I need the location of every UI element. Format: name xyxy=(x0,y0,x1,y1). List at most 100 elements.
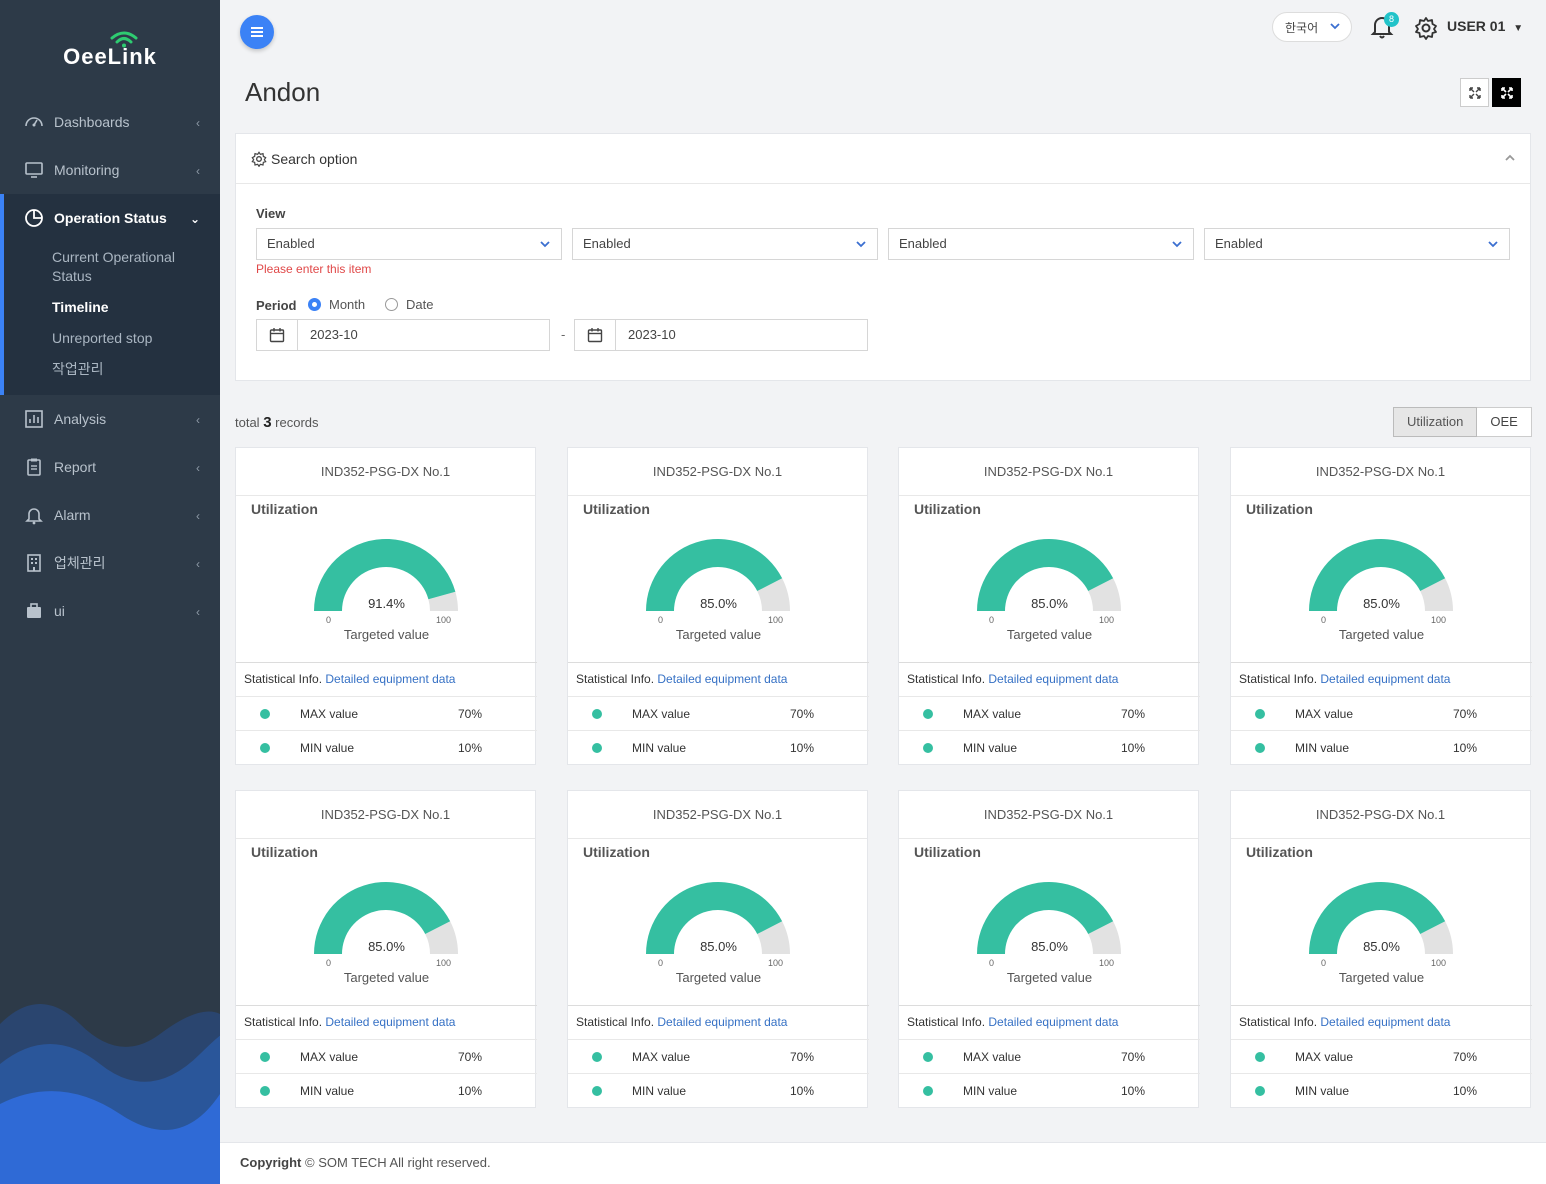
sidebar-item-label: Report xyxy=(54,459,97,475)
toggle-oee[interactable]: OEE xyxy=(1477,407,1532,437)
stat-row-min: MIN value 10% xyxy=(236,731,537,765)
stat-value: 10% xyxy=(1453,1084,1478,1098)
view-select-4[interactable]: Enabled xyxy=(1204,228,1510,260)
card-equipment-name: IND352-PSG-DX No.1 xyxy=(236,791,535,839)
gauge-max-label: 100 xyxy=(1431,958,1447,968)
search-panel-header[interactable]: Search option xyxy=(236,134,1530,184)
submenu-item-job-management[interactable]: 작업관리 xyxy=(4,354,220,385)
equipment-card: IND352-PSG-DX No.1 Utilization 85.0% 0 1… xyxy=(898,447,1200,765)
calendar-icon[interactable] xyxy=(575,320,616,350)
radio-checked-icon xyxy=(308,298,321,311)
bullet-dot xyxy=(923,1086,933,1096)
date-to-field[interactable]: 2023-10 xyxy=(574,319,868,351)
sidebar-item-label: Monitoring xyxy=(54,162,120,178)
toggle-utilization[interactable]: Utilization xyxy=(1393,407,1478,437)
language-label: 한국어 xyxy=(1285,20,1319,35)
fullscreen-button[interactable] xyxy=(1492,78,1521,107)
sidebar-item-operation-status[interactable]: Operation Status ⌄ xyxy=(4,194,220,242)
select-value: Enabled xyxy=(583,236,631,251)
detailed-equipment-data-link[interactable]: Detailed equipment data xyxy=(988,1015,1118,1029)
bullet-dot xyxy=(923,1052,933,1062)
stat-name: MIN value xyxy=(963,1084,1018,1098)
detailed-equipment-data-link[interactable]: Detailed equipment data xyxy=(988,672,1118,686)
detailed-equipment-data-link[interactable]: Detailed equipment data xyxy=(1320,1015,1450,1029)
stat-value: 10% xyxy=(458,1084,483,1098)
stat-value: 10% xyxy=(790,1084,815,1098)
stat-row-max: MAX value 70% xyxy=(568,697,869,731)
stat-name: MIN value xyxy=(632,741,687,755)
chevron-up-icon[interactable] xyxy=(1504,152,1516,164)
brand-logo[interactable]: OeeLink xyxy=(0,30,220,70)
stat-name: MIN value xyxy=(1295,1084,1350,1098)
chevron-down-icon xyxy=(1330,23,1340,30)
detailed-equipment-data-link[interactable]: Detailed equipment data xyxy=(657,672,787,686)
detailed-equipment-data-link[interactable]: Detailed equipment data xyxy=(657,1015,787,1029)
bullet-dot xyxy=(260,743,270,753)
stat-name: MIN value xyxy=(632,1084,687,1098)
gauge-max-label: 100 xyxy=(436,615,452,625)
stat-value: 70% xyxy=(790,707,815,721)
settings-gear-icon[interactable] xyxy=(1414,16,1438,40)
sidebar-item-dashboards[interactable]: Dashboards ‹ xyxy=(0,98,220,146)
period-radio-date[interactable]: Date xyxy=(385,297,433,312)
language-select[interactable]: 한국어 xyxy=(1272,12,1352,42)
stat-value: 70% xyxy=(790,1050,815,1064)
view-select-2[interactable]: Enabled xyxy=(572,228,878,260)
view-select-1[interactable]: Enabled xyxy=(256,228,562,260)
period-radio-month[interactable]: Month xyxy=(308,297,365,312)
chevron-left-icon: ‹ xyxy=(196,461,200,475)
submenu-item-current-operational-status[interactable]: Current Operational Status xyxy=(4,242,184,292)
view-toggle: Utilization OEE xyxy=(1393,407,1532,437)
sidebar-item-monitoring[interactable]: Monitoring ‹ xyxy=(0,146,220,194)
detailed-equipment-data-link[interactable]: Detailed equipment data xyxy=(1320,672,1450,686)
detailed-equipment-data-link[interactable]: Detailed equipment data xyxy=(325,1015,455,1029)
statistical-info: Statistical Info. Detailed equipment dat… xyxy=(1231,1005,1532,1040)
pie-icon xyxy=(24,208,44,228)
stat-row-max: MAX value 70% xyxy=(1231,1040,1532,1074)
monitor-icon xyxy=(24,160,44,180)
sidebar-item-report[interactable]: Report ‹ xyxy=(0,443,220,491)
caret-down-icon: ▼ xyxy=(1513,23,1524,34)
statistical-info: Statistical Info. Detailed equipment dat… xyxy=(568,1005,869,1040)
stat-name: MAX value xyxy=(963,1050,1022,1064)
expand-button[interactable] xyxy=(1460,78,1489,107)
stat-label: Statistical Info. xyxy=(576,672,655,686)
card-metric-label: Utilization xyxy=(1246,844,1313,860)
user-menu[interactable]: USER 01 ▼ xyxy=(1447,18,1523,34)
stat-row-min: MIN value 10% xyxy=(899,1074,1200,1108)
footer: Copyright © SOM TECH All right reserved. xyxy=(220,1142,1546,1184)
menu-toggle-button[interactable] xyxy=(240,15,274,49)
detailed-equipment-data-link[interactable]: Detailed equipment data xyxy=(325,672,455,686)
gauge-max-label: 100 xyxy=(436,958,452,968)
stat-label: Statistical Info. xyxy=(907,672,986,686)
sidebar-item-analysis[interactable]: Analysis ‹ xyxy=(0,395,220,443)
bar-chart-icon xyxy=(24,409,44,429)
submenu-item-timeline[interactable]: Timeline xyxy=(4,292,220,323)
view-select-3[interactable]: Enabled xyxy=(888,228,1194,260)
sidebar-item-company-management[interactable]: 업체관리 ‹ xyxy=(0,539,220,587)
targeted-value-label: Targeted value xyxy=(1006,970,1093,985)
equipment-card: IND352-PSG-DX No.1 Utilization 85.0% 0 1… xyxy=(1230,447,1532,765)
select-value: Enabled xyxy=(267,236,315,251)
sidebar-item-ui[interactable]: ui ‹ xyxy=(0,587,220,635)
calendar-icon[interactable] xyxy=(257,320,298,350)
stat-value: 70% xyxy=(1121,1050,1146,1064)
date-from-field[interactable]: 2023-10 xyxy=(256,319,550,351)
card-metric-label: Utilization xyxy=(251,844,318,860)
gauge-value: 85.0% xyxy=(1031,596,1068,611)
clipboard-icon xyxy=(24,457,44,477)
stat-value: 70% xyxy=(1121,707,1146,721)
stat-row-min: MIN value 10% xyxy=(899,731,1200,765)
sidebar-item-alarm[interactable]: Alarm ‹ xyxy=(0,491,220,539)
stat-row-max: MAX value 70% xyxy=(236,1040,537,1074)
sidebar-item-label: Dashboards xyxy=(54,114,130,130)
fullscreen-icon xyxy=(1500,86,1513,99)
targeted-value-label: Targeted value xyxy=(675,970,762,985)
bullet-dot xyxy=(260,1052,270,1062)
statistical-info: Statistical Info. Detailed equipment dat… xyxy=(1231,662,1532,697)
chevron-down-icon: ⌄ xyxy=(189,212,200,226)
equipment-card: IND352-PSG-DX No.1 Utilization 85.0% 0 1… xyxy=(567,447,869,765)
submenu-item-unreported-stop[interactable]: Unreported stop xyxy=(4,323,220,354)
chevron-left-icon: ‹ xyxy=(196,509,200,523)
card-equipment-name: IND352-PSG-DX No.1 xyxy=(1231,791,1530,839)
